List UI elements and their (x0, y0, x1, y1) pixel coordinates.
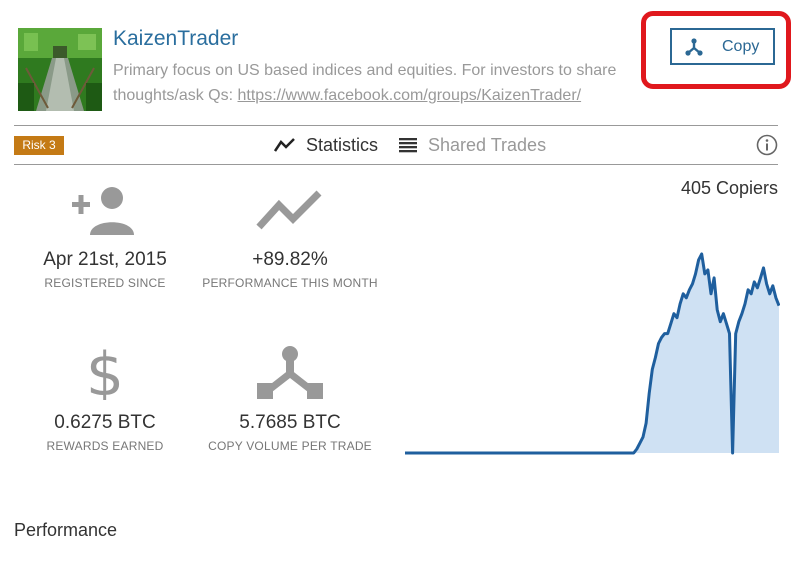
registered-label: REGISTERED SINCE (44, 276, 166, 290)
trend-line-icon (274, 138, 295, 152)
registered-value: Apr 21st, 2015 (43, 249, 167, 270)
trader-name[interactable]: KaizenTrader (113, 27, 238, 51)
performance-chart (405, 252, 780, 455)
stat-rewards: $ 0.6275 BTC REWARDS EARNED (10, 345, 200, 453)
info-icon[interactable] (756, 134, 778, 156)
rewards-label: REWARDS EARNED (46, 439, 164, 453)
copy-fork-icon (685, 37, 703, 56)
copiers-count: 405 Copiers (680, 178, 778, 198)
copy-volume-value: 5.7685 BTC (239, 412, 341, 433)
rewards-value: 0.6275 BTC (54, 412, 156, 433)
chart-area-fill (405, 254, 779, 453)
tab-statistics-label: Statistics (306, 134, 379, 155)
tab-shared-trades-label: Shared Trades (428, 134, 547, 155)
trader-avatar[interactable] (18, 28, 102, 111)
performance-title: Performance (14, 520, 118, 540)
risk-badge: Risk 3 (14, 136, 64, 155)
copy-button[interactable]: Copy (670, 28, 775, 65)
stat-registered: Apr 21st, 2015 REGISTERED SINCE (10, 185, 200, 290)
performance-label: PERFORMANCE THIS MONTH (202, 276, 378, 290)
list-lines-icon (399, 138, 417, 153)
trader-description: Primary focus on US based indices and eq… (113, 58, 643, 108)
stat-copy-volume: 5.7685 BTC COPY VOLUME PER TRADE (195, 345, 385, 453)
tab-statistics[interactable]: Statistics (274, 134, 378, 156)
copy-volume-label: COPY VOLUME PER TRADE (208, 439, 372, 453)
add-person-icon (72, 187, 134, 235)
trader-link[interactable]: https://www.facebook.com/groups/KaizenTr… (238, 87, 582, 104)
copy-button-label: Copy (722, 37, 760, 55)
dollar-icon: $ (86, 345, 124, 400)
divider-top (14, 125, 778, 126)
performance-value: +89.82% (252, 249, 328, 270)
svg-text:$: $ (86, 345, 124, 400)
tab-shared-trades[interactable]: Shared Trades (398, 134, 546, 156)
divider-bottom (14, 164, 778, 165)
trend-up-icon (256, 190, 322, 230)
stat-performance: +89.82% PERFORMANCE THIS MONTH (195, 185, 385, 290)
fork-icon (257, 346, 323, 399)
